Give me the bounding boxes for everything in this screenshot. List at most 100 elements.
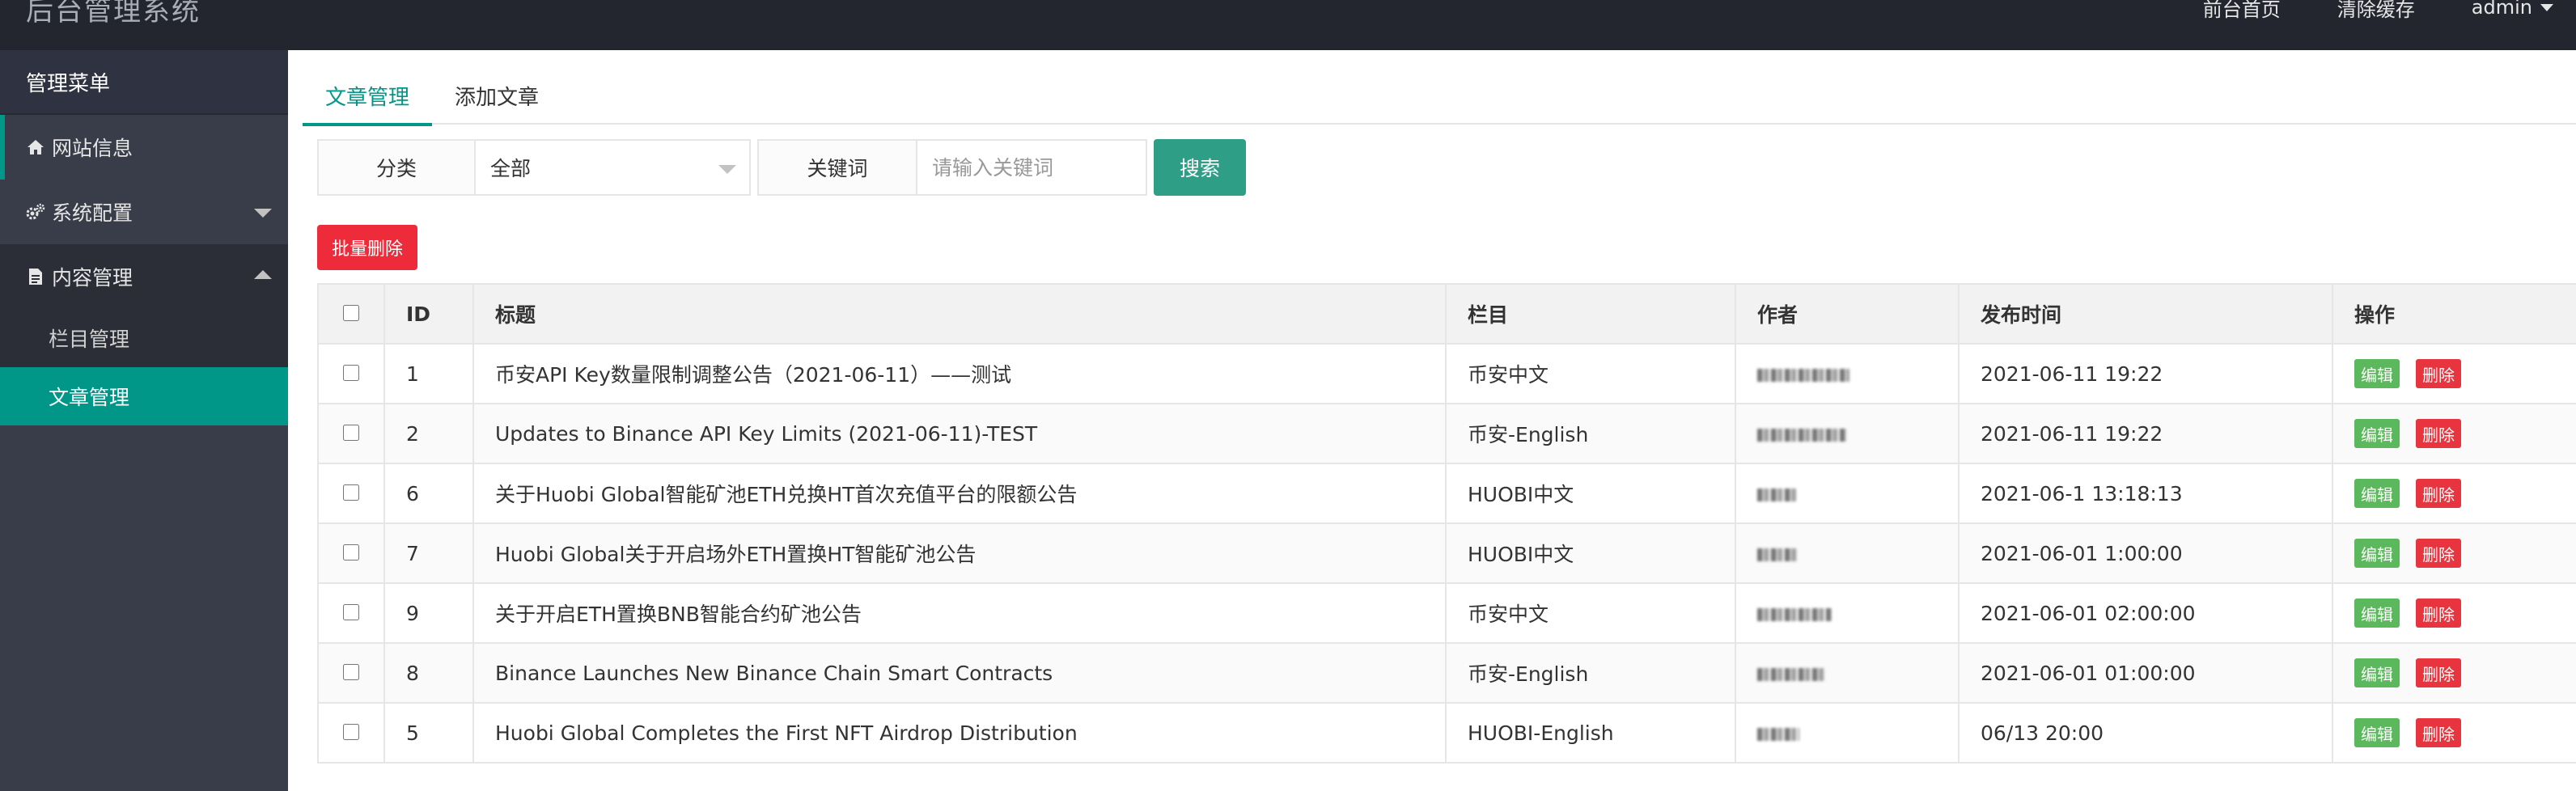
cell-author: [1735, 522, 1960, 584]
top-header: 后台管理系统 前台首页 清除缓存 admin: [0, 0, 2576, 50]
cell-author: [1735, 702, 1960, 764]
row-select-cell: [317, 702, 385, 764]
cell-id: 7: [383, 522, 474, 584]
column-header-title: 标题: [472, 283, 1447, 345]
cell-published: 2021-06-1 13:18:13: [1958, 463, 2333, 524]
batch-delete-button[interactable]: 批量删除: [317, 225, 417, 270]
sidebar-item-label: 内容管理: [52, 266, 133, 290]
table-header-row: ID 标题 栏目 作者 发布时间 操作: [317, 283, 2576, 345]
keyword-input[interactable]: [932, 155, 1142, 180]
edit-button[interactable]: 编辑: [2354, 359, 2400, 388]
cell-published: 2021-06-11 19:22: [1958, 403, 2333, 464]
select-all-cell: [317, 283, 385, 345]
cell-id: 6: [383, 463, 474, 524]
cell-id: 2: [383, 403, 474, 464]
row-select-cell: [317, 522, 385, 584]
search-form: 分类 全部 关键词 搜索: [317, 139, 1246, 196]
row-select-cell: [317, 463, 385, 524]
sidebar-item-label: 系统配置: [52, 201, 133, 225]
keyword-field: [917, 139, 1147, 196]
row-checkbox[interactable]: [343, 364, 359, 381]
category-select[interactable]: 全部: [476, 139, 751, 196]
edit-button[interactable]: 编辑: [2354, 658, 2400, 687]
table-row: 7 Huobi Global关于开启场外ETH置换HT智能矿池公告 HUOBI中文 2…: [317, 522, 2576, 584]
cell-id: 5: [383, 702, 474, 764]
row-select-cell: [317, 343, 385, 404]
cell-category: HUOBI中文: [1445, 463, 1736, 524]
cell-actions: 编辑 删除: [2332, 642, 2576, 704]
main-content: 文章管理 添加文章 分类 全部 关键词 搜索 批量删除 ID: [288, 50, 2576, 791]
cell-actions: 编辑 删除: [2332, 582, 2576, 644]
cell-id: 9: [383, 582, 474, 644]
cell-actions: 编辑 删除: [2332, 702, 2576, 764]
table-row: 9 关于开启ETH置换BNB智能合约矿池公告 币安中文 2021-06-01 02:0…: [317, 582, 2576, 644]
cell-id: 8: [383, 642, 474, 704]
cell-author: [1735, 582, 1960, 644]
row-checkbox[interactable]: [343, 484, 359, 501]
row-checkbox[interactable]: [343, 663, 359, 680]
sidebar-item-system-config[interactable]: 系统配置: [0, 180, 288, 244]
sidebar-item-content-management[interactable]: 内容管理: [0, 244, 288, 309]
cell-category: HUOBI中文: [1445, 522, 1736, 584]
edit-button[interactable]: 编辑: [2354, 539, 2400, 568]
table-row: 1 币安API Key数量限制调整公告（2021-06-11）——测试 币安中文 20…: [317, 343, 2576, 404]
cell-category: 币安中文: [1445, 343, 1736, 404]
clear-cache-link[interactable]: 清除缓存: [2337, 0, 2415, 22]
delete-button[interactable]: 删除: [2416, 419, 2461, 448]
frontend-home-link[interactable]: 前台首页: [2203, 0, 2281, 22]
gears-icon: [26, 202, 45, 222]
sidebar-subitem-column-management[interactable]: 栏目管理: [0, 309, 288, 367]
sidebar-item-site-info[interactable]: 网站信息: [0, 115, 288, 180]
cell-title: 关于开启ETH置换BNB智能合约矿池公告: [472, 582, 1447, 644]
edit-button[interactable]: 编辑: [2354, 718, 2400, 747]
cell-author: [1735, 343, 1960, 404]
edit-button[interactable]: 编辑: [2354, 479, 2400, 508]
cell-actions: 编辑 删除: [2332, 522, 2576, 584]
user-name: admin: [2471, 0, 2532, 19]
delete-button[interactable]: 删除: [2416, 599, 2461, 628]
sidebar-item-label: 网站信息: [52, 137, 133, 160]
category-label: 分类: [317, 139, 476, 196]
article-table: ID 标题 栏目 作者 发布时间 操作 1 币安API Key数量限制调整公告（2…: [317, 283, 2576, 764]
delete-button[interactable]: 删除: [2416, 359, 2461, 388]
edit-button[interactable]: 编辑: [2354, 599, 2400, 628]
cell-published: 2021-06-11 19:22: [1958, 343, 2333, 404]
cell-title: Huobi Global Completes the First NFT Air…: [472, 702, 1447, 764]
delete-button[interactable]: 删除: [2416, 658, 2461, 687]
app-title: 后台管理系统: [26, 0, 201, 27]
delete-button[interactable]: 删除: [2416, 539, 2461, 568]
redacted-author: [1757, 548, 1798, 561]
cell-category: HUOBI-English: [1445, 702, 1736, 764]
row-checkbox[interactable]: [343, 723, 359, 740]
user-menu[interactable]: admin: [2472, 0, 2553, 19]
cell-category: 币安-English: [1445, 403, 1736, 464]
column-header-author: 作者: [1735, 283, 1960, 345]
keyword-label: 关键词: [757, 139, 917, 196]
select-all-checkbox[interactable]: [343, 304, 359, 321]
tab-add-article[interactable]: 添加文章: [432, 66, 561, 125]
delete-button[interactable]: 删除: [2416, 479, 2461, 508]
redacted-author: [1757, 428, 1846, 442]
cell-actions: 编辑 删除: [2332, 403, 2576, 464]
row-checkbox[interactable]: [343, 544, 359, 560]
cell-id: 1: [383, 343, 474, 404]
delete-button[interactable]: 删除: [2416, 718, 2461, 747]
redacted-author: [1757, 667, 1825, 681]
row-checkbox[interactable]: [343, 603, 359, 620]
category-selected-value: 全部: [490, 157, 532, 180]
chevron-up-icon: [254, 270, 272, 279]
search-button[interactable]: 搜索: [1154, 139, 1246, 196]
caret-down-icon: [2540, 3, 2553, 11]
file-icon: [26, 267, 45, 286]
tab-article-management[interactable]: 文章管理: [303, 66, 433, 126]
sidebar-subitem-article-management[interactable]: 文章管理: [0, 367, 288, 425]
row-checkbox[interactable]: [343, 424, 359, 441]
sidebar-title: 管理菜单: [0, 50, 288, 115]
cell-title: Binance Launches New Binance Chain Smart…: [472, 642, 1447, 704]
row-select-cell: [317, 582, 385, 644]
column-header-category: 栏目: [1445, 283, 1736, 345]
redacted-author: [1757, 488, 1796, 501]
chevron-down-icon: [254, 209, 272, 218]
edit-button[interactable]: 编辑: [2354, 419, 2400, 448]
column-header-actions: 操作: [2332, 283, 2576, 345]
